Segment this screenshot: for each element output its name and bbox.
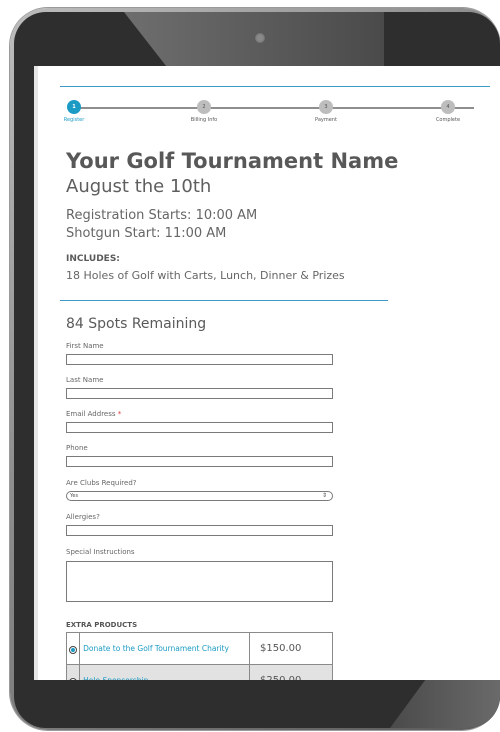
first-name-label: First Name (66, 342, 104, 350)
step-number: 1 (67, 100, 81, 114)
email-label: Email Address * (66, 410, 121, 418)
product-name[interactable]: Hole Sponsorship (79, 664, 251, 680)
product-radio-selected[interactable] (69, 646, 78, 654)
clubs-label: Are Clubs Required? (66, 479, 137, 487)
clubs-select[interactable]: Yes ⇕ (66, 491, 333, 501)
table-row[interactable]: Hole Sponsorship $250.00 (65, 664, 333, 680)
step-number: 4 (441, 100, 455, 114)
clubs-select-value: Yes (70, 493, 79, 499)
allergies-input[interactable] (66, 525, 333, 536)
product-name[interactable]: Donate to the Golf Tournament Charity (79, 632, 251, 665)
page-title: Your Golf Tournament Name (66, 149, 399, 173)
step-number: 2 (197, 100, 211, 114)
extra-products-heading: EXTRA PRODUCTS (66, 621, 138, 629)
required-mark: * (117, 410, 122, 418)
progress-stepper: 1 Register 2 Billing Info 3 Payment 4 Co… (64, 96, 482, 132)
phone-input[interactable] (66, 456, 333, 467)
product-price: $150.00 (249, 632, 333, 665)
stepper-line (74, 107, 474, 109)
product-price: $250.00 (249, 664, 333, 680)
step-label: Billing Info (190, 117, 218, 123)
includes-heading: INCLUDES: (66, 254, 120, 264)
special-instructions-textarea[interactable] (66, 561, 333, 602)
spots-remaining: 84 Spots Remaining (66, 316, 207, 332)
step-billing-info[interactable]: 2 Billing Info (174, 96, 234, 123)
radio-cell (65, 664, 81, 680)
last-name-input[interactable] (66, 388, 333, 399)
table-row[interactable]: Donate to the Golf Tournament Charity $1… (65, 632, 333, 665)
bezel-reflection-top (124, 12, 384, 72)
first-name-input[interactable] (66, 354, 333, 365)
registration-page: 1 Register 2 Billing Info 3 Payment 4 Co… (34, 66, 500, 680)
section-divider (60, 300, 388, 301)
includes-text: 18 Holes of Golf with Carts, Lunch, Dinn… (66, 269, 345, 282)
product-radio[interactable] (69, 678, 78, 680)
step-label: Complete (435, 117, 461, 123)
step-label: Register (63, 117, 85, 123)
camera-icon (255, 33, 265, 43)
chevron-updown-icon: ⇕ (321, 492, 327, 499)
step-register[interactable]: 1 Register (44, 96, 104, 123)
extra-products-table: Donate to the Golf Tournament Charity $1… (65, 632, 333, 680)
allergies-label: Allergies? (66, 513, 100, 521)
step-label: Payment (315, 117, 337, 123)
step-payment[interactable]: 3 Payment (296, 96, 356, 123)
event-date: August the 10th (66, 176, 212, 197)
radio-cell (65, 632, 81, 665)
top-divider (60, 86, 490, 87)
email-input[interactable] (66, 422, 333, 433)
last-name-label: Last Name (66, 376, 104, 384)
phone-label: Phone (66, 444, 88, 452)
special-instructions-label: Special Instructions (66, 548, 135, 556)
tablet-screen: 1 Register 2 Billing Info 3 Payment 4 Co… (34, 66, 500, 680)
step-complete[interactable]: 4 Complete (418, 96, 478, 123)
email-label-text: Email Address (66, 410, 116, 418)
shotgun-time: Shotgun Start: 11:00 AM (66, 226, 227, 241)
step-number: 3 (319, 100, 333, 114)
registration-time: Registration Starts: 10:00 AM (66, 208, 258, 223)
